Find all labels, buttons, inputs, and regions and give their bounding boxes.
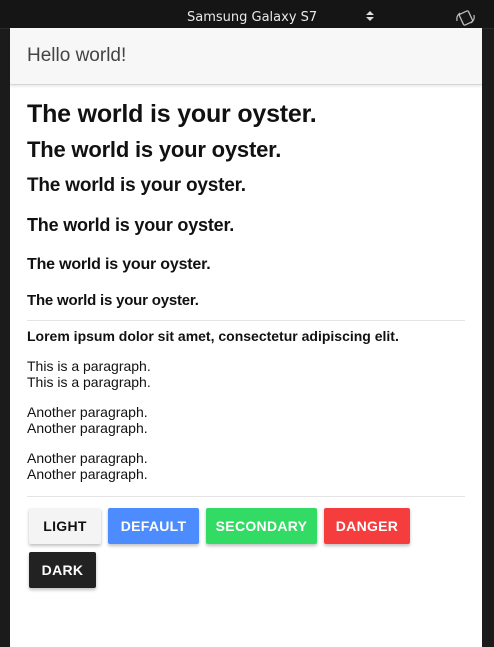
light-button[interactable]: LIGHT (29, 508, 101, 544)
heading-4: The world is your oyster. (27, 215, 235, 235)
device-select[interactable]: Samsung Galaxy S7 (187, 10, 317, 26)
heading-5: The world is your oyster. (27, 256, 211, 273)
paragraph: This is a paragraph. This is a paragraph… (27, 358, 151, 390)
heading-3: The world is your oyster. (27, 175, 246, 196)
device-selector-bar: Samsung Galaxy S7 (0, 0, 494, 29)
divider (27, 496, 465, 497)
default-button[interactable]: DEFAULT (108, 508, 199, 544)
divider (27, 320, 465, 321)
dark-button[interactable]: DARK (29, 552, 96, 588)
danger-button[interactable]: DANGER (324, 508, 410, 544)
lead-text: Lorem ipsum dolor sit amet, consectetur … (27, 328, 399, 344)
heading-1: The world is your oyster. (27, 100, 317, 128)
paragraph: Another paragraph. Another paragraph. (27, 450, 148, 482)
paragraph-line: This is a paragraph. (27, 358, 151, 374)
heading-6: The world is your oyster. (27, 292, 199, 309)
paragraph: Another paragraph. Another paragraph. (27, 404, 148, 436)
paragraph-line: This is a paragraph. (27, 374, 151, 390)
heading-2: The world is your oyster. (27, 137, 282, 162)
paragraph-line: Another paragraph. (27, 420, 148, 436)
paragraph-line: Another paragraph. (27, 466, 148, 482)
paragraph-line: Another paragraph. (27, 404, 148, 420)
page-title: Hello world! (27, 45, 127, 66)
paragraph-line: Another paragraph. (27, 450, 148, 466)
navbar: Hello world! (10, 28, 482, 85)
secondary-button[interactable]: SECONDARY (206, 508, 317, 544)
rotate-device-icon[interactable] (455, 9, 477, 27)
device-screen: Hello world! The world is your oyster. T… (10, 28, 482, 647)
select-arrows-icon[interactable] (366, 10, 374, 24)
